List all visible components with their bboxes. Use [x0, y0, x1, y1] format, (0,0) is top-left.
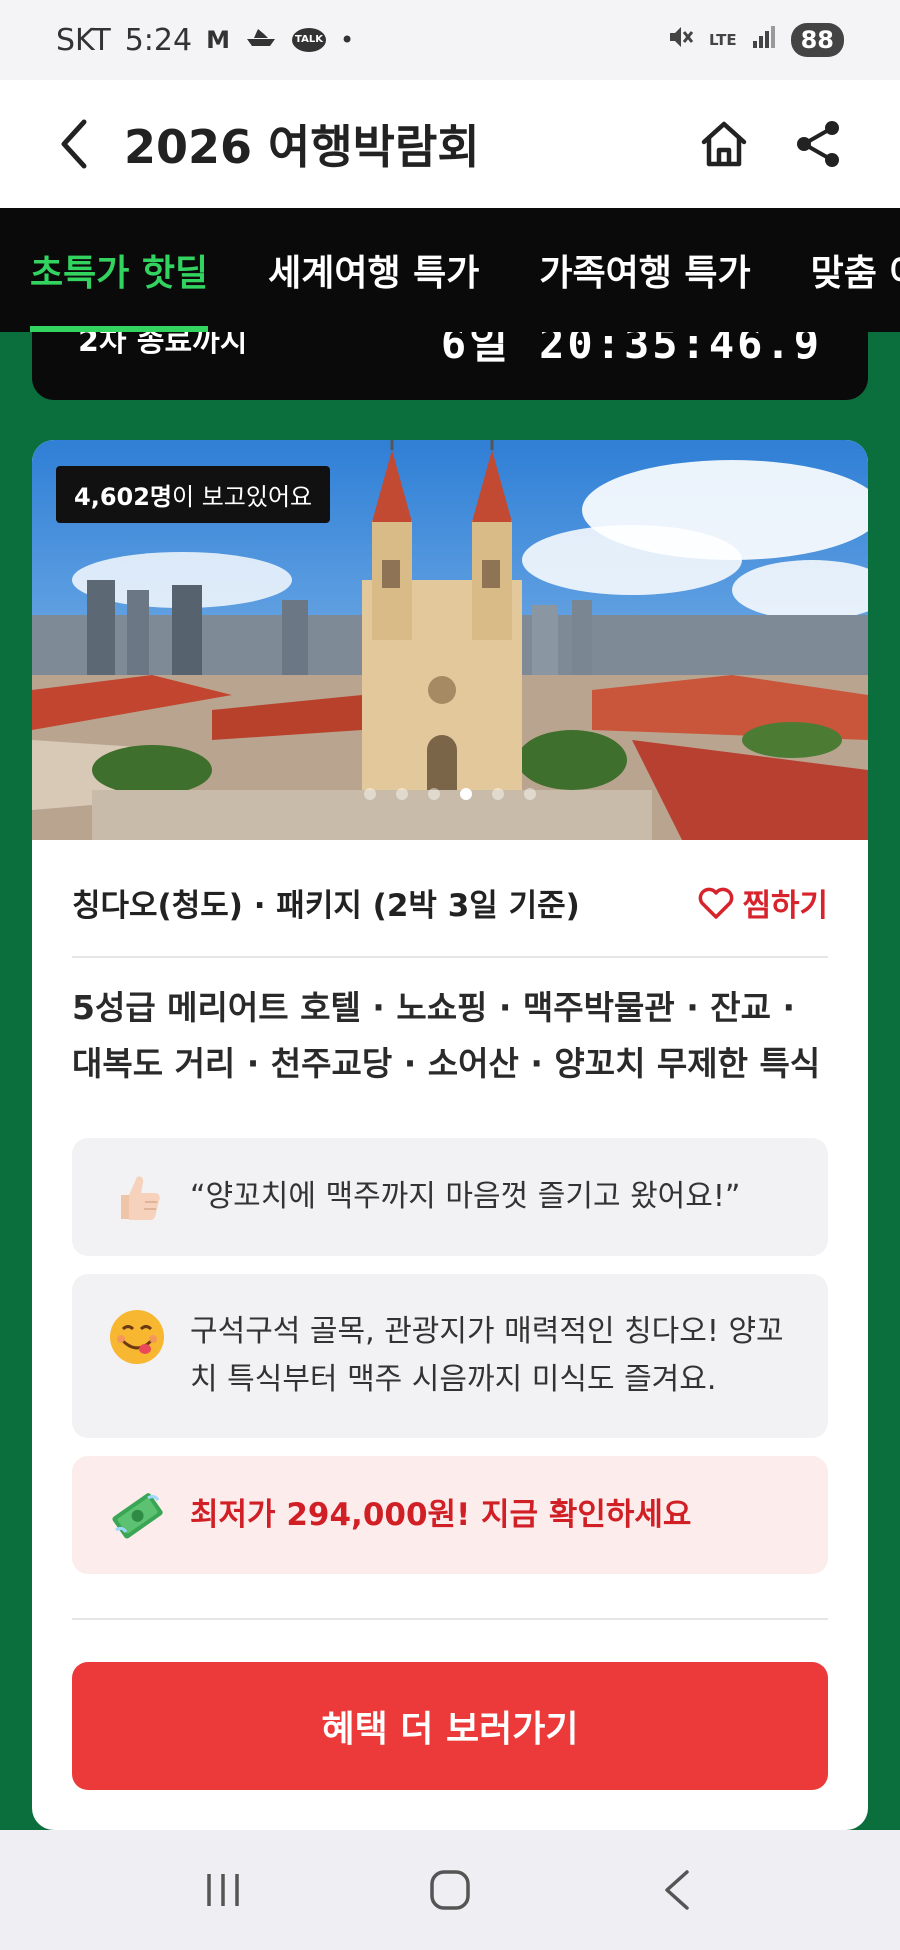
review-box-1: “양꼬치에 맥주까지 마음껏 즐기고 왔어요!”	[72, 1138, 828, 1256]
header-actions	[692, 112, 850, 176]
more-notifications-dot: •	[339, 26, 355, 54]
home-button[interactable]	[692, 112, 756, 176]
back-nav-icon	[664, 1870, 689, 1910]
signal-icon	[751, 24, 777, 56]
category-tabs: 초특가 핫딜 세계여행 특가 가족여행 특가 맞춤 여	[0, 208, 900, 332]
price-box[interactable]: 최저가 294,000원! 지금 확인하세요	[72, 1456, 828, 1574]
status-left: SKT 5:24 M TALK •	[56, 23, 354, 58]
divider	[72, 1618, 828, 1620]
gmail-icon: M	[206, 26, 230, 54]
wishlist-button[interactable]: 찜하기	[698, 880, 828, 925]
clock: 5:24	[124, 22, 193, 58]
heart-icon	[699, 887, 734, 919]
tab-family-travel[interactable]: 가족여행 특가	[509, 208, 780, 332]
product-description: 5성급 메리어트 호텔 · 노쇼핑 · 맥주박물관 · 잔교 · 대복도 거리 …	[72, 988, 821, 1083]
home-nav-icon	[430, 1870, 470, 1910]
talk-notification-icon: TALK	[291, 28, 326, 52]
carousel-indicator	[32, 788, 868, 800]
recent-apps-icon	[207, 1874, 240, 1906]
carousel-dot[interactable]	[524, 788, 536, 800]
battery-indicator: 88	[790, 23, 844, 57]
share-icon	[797, 121, 839, 167]
carrier-label: SKT	[56, 22, 111, 58]
price-text: 최저가 294,000원! 지금 확인하세요	[190, 1497, 692, 1533]
chevron-left-icon	[61, 119, 87, 169]
hero-carousel[interactable]: 4,602명이 보고있어요	[32, 440, 868, 840]
wishlist-label: 찜하기	[742, 888, 828, 924]
system-nav-bar	[0, 1830, 900, 1950]
home-nav-button[interactable]	[405, 1850, 495, 1930]
countdown-banner: 2차 종료까지 6일 20:35:46.9	[32, 332, 868, 400]
page-title: 2026 여행박람회	[124, 120, 480, 174]
thumbs-up-icon	[106, 1166, 168, 1228]
home-icon	[701, 121, 747, 167]
recent-apps-button[interactable]	[178, 1850, 268, 1930]
review-text-2: 구석구석 골목, 관광지가 매력적인 칭다오! 양꼬치 특식부터 맥주 시음까지…	[190, 1314, 784, 1397]
viewers-count: 4,602명	[74, 483, 172, 511]
countdown-label: 2차 종료까지	[78, 332, 248, 359]
share-button[interactable]	[786, 112, 850, 176]
boat-notification-icon	[244, 25, 278, 55]
title-row: 칭다오(청도) · 패키지 (2박 3일 기준) 찜하기	[72, 880, 828, 925]
more-benefits-button[interactable]: 혜택 더 보러가기	[72, 1662, 828, 1790]
money-icon	[106, 1484, 168, 1546]
carousel-dot[interactable]	[396, 788, 408, 800]
carousel-dot-active[interactable]	[460, 788, 472, 800]
viewers-suffix: 이 보고있어요	[172, 483, 313, 511]
lte-icon: LTE	[709, 31, 737, 49]
tab-world-travel[interactable]: 세계여행 특가	[238, 208, 509, 332]
product-title: 칭다오(청도) · 패키지 (2박 3일 기준)	[72, 888, 580, 924]
app-header: 2026 여행박람회	[0, 80, 900, 208]
review-box-2: 구석구석 골목, 관광지가 매력적인 칭다오! 양꼬치 특식부터 맥주 시음까지…	[72, 1274, 828, 1438]
status-bar: SKT 5:24 M TALK • LTE 88	[0, 0, 900, 80]
divider	[72, 956, 828, 958]
back-button[interactable]	[38, 108, 110, 180]
product-card[interactable]: 4,602명이 보고있어요 칭다오(청도) · 패키지 (2박 3일 기준) 찜…	[32, 440, 868, 1830]
carousel-dot[interactable]	[364, 788, 376, 800]
carousel-dot[interactable]	[428, 788, 440, 800]
countdown-value: 6일 20:35:46.9	[440, 332, 822, 368]
yum-face-icon	[106, 1306, 168, 1368]
mute-icon	[665, 22, 695, 58]
tab-hot-deal[interactable]: 초특가 핫딜	[0, 208, 238, 332]
review-text-1: “양꼬치에 맥주까지 마음껏 즐기고 왔어요!”	[190, 1179, 741, 1214]
status-right: LTE 88	[665, 22, 844, 58]
carousel-dot[interactable]	[492, 788, 504, 800]
back-nav-button[interactable]	[632, 1850, 722, 1930]
viewers-badge: 4,602명이 보고있어요	[56, 466, 331, 523]
tab-custom-travel[interactable]: 맞춤 여	[781, 208, 900, 332]
